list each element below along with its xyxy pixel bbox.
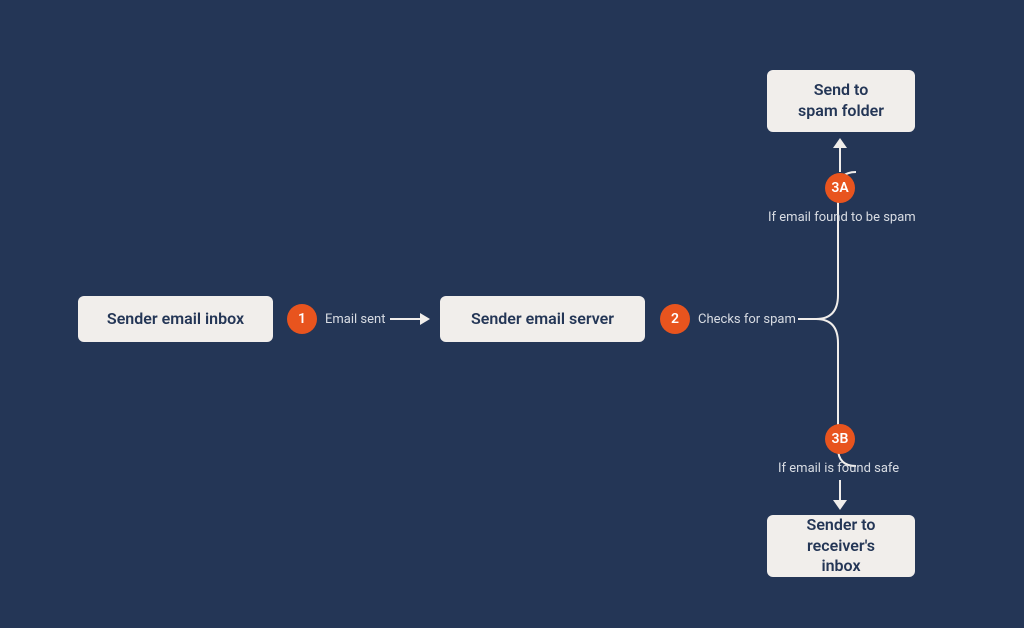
badge-number: 2	[671, 311, 679, 327]
node-label: Sender email server	[471, 309, 614, 330]
node-spam-folder: Send to spam folder	[767, 70, 915, 132]
node-label: Send to spam folder	[798, 80, 884, 122]
split-connector	[798, 160, 868, 470]
arrow-1-line	[390, 318, 420, 320]
arrow-3a-head	[833, 138, 847, 148]
arrow-1-head	[420, 313, 430, 325]
arrow-3a-line	[839, 148, 841, 172]
badge-number: 1	[298, 311, 306, 327]
step-label-3b: If email is found safe	[778, 461, 899, 476]
step-label-2: Checks for spam	[698, 312, 796, 327]
step-badge-1: 1	[287, 304, 317, 334]
badge-number: 3B	[832, 431, 849, 447]
node-label: Sender to receiver's inbox	[787, 515, 895, 577]
arrow-3b-head	[833, 500, 847, 510]
node-sender-inbox: Sender email inbox	[78, 296, 273, 342]
step-badge-3b: 3B	[825, 424, 855, 454]
node-receiver-inbox: Sender to receiver's inbox	[767, 515, 915, 577]
arrow-3b-line	[839, 480, 841, 500]
node-sender-server: Sender email server	[440, 296, 645, 342]
step-label-3a: If email found to be spam	[768, 210, 916, 225]
step-label-1: Email sent	[325, 312, 385, 327]
step-badge-3a: 3A	[825, 173, 855, 203]
step-badge-2: 2	[660, 304, 690, 334]
node-label: Sender email inbox	[107, 309, 244, 330]
badge-number: 3A	[831, 180, 848, 196]
